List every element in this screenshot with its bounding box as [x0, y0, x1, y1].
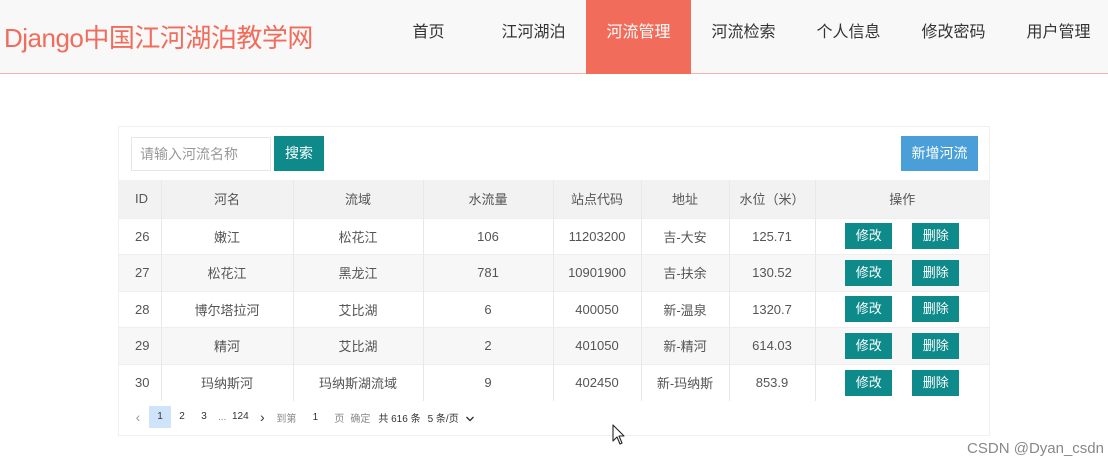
table-row: 30 玛纳斯河 玛纳斯湖流域 9 402450 新-玛纳斯 853.9 修改 删除: [119, 363, 989, 401]
goto-label: 到第: [276, 413, 297, 425]
column-header-flow[interactable]: 水流量: [423, 180, 554, 218]
page-3-button[interactable]: 3: [193, 406, 215, 428]
cell-water-level: 853.9: [729, 363, 816, 401]
chevron-right-icon[interactable]: ›: [251, 409, 273, 425]
chevron-down-icon: [465, 416, 474, 422]
nav-item-rivers-lakes[interactable]: 江河湖泊: [481, 0, 586, 74]
page-last-button[interactable]: 124: [229, 406, 251, 428]
table-row: 28 博尔塔拉河 艾比湖 6 400050 新-温泉 1320.7 修改 删除: [119, 290, 989, 328]
add-river-button[interactable]: 新增河流: [901, 136, 978, 171]
mouse-cursor-icon: [612, 424, 625, 445]
page-size-select[interactable]: 5 条/页: [428, 410, 475, 425]
cell-address: 新-玛纳斯: [641, 363, 730, 401]
cell-river-name: 精河: [161, 327, 294, 364]
pagination: ‹ 1 2 3 ... 124 › 到第 1 页 确定 共 616 条 5 条/…: [127, 406, 475, 428]
cell-river-name: 松花江: [161, 254, 294, 291]
site-brand[interactable]: Django中国江河湖泊教学网: [4, 18, 313, 55]
cell-basin: 艾比湖: [293, 327, 424, 364]
nav-item-change-password[interactable]: 修改密码: [901, 0, 1006, 74]
cell-flow: 106: [423, 217, 554, 255]
cell-id: 30: [119, 363, 162, 401]
cell-actions: 修改 删除: [815, 217, 989, 255]
cell-actions: 修改 删除: [815, 327, 989, 364]
nav-item-home[interactable]: 首页: [376, 0, 481, 74]
nav-item-profile[interactable]: 个人信息: [796, 0, 901, 74]
column-header-id[interactable]: ID: [119, 180, 162, 218]
cell-flow: 2: [423, 327, 554, 364]
cell-station-code: 402450: [553, 363, 642, 401]
cell-basin: 黑龙江: [293, 254, 424, 291]
page-1-button[interactable]: 1: [149, 406, 171, 428]
total-count: 共 616 条: [378, 413, 421, 425]
cell-basin: 松花江: [293, 217, 424, 255]
cell-basin: 艾比湖: [293, 290, 424, 328]
nav-item-river-search[interactable]: 河流检索: [691, 0, 796, 74]
cell-station-code: 400050: [553, 290, 642, 328]
column-header-station-code[interactable]: 站点代码: [553, 180, 642, 218]
cell-basin: 玛纳斯湖流域: [293, 363, 424, 401]
cell-id: 29: [119, 327, 162, 364]
column-header-address[interactable]: 地址: [641, 180, 730, 218]
delete-button[interactable]: 删除: [912, 332, 960, 359]
edit-button[interactable]: 修改: [845, 223, 893, 250]
river-table: ID 河名 流域 水流量 站点代码 地址 水位（米） 操作 26 嫩江 松花江 …: [119, 180, 989, 401]
cell-flow: 9: [423, 363, 554, 401]
top-header: Django中国江河湖泊教学网 首页 江河湖泊 河流管理 河流检索 个人信息 修…: [0, 0, 1108, 74]
nav-item-user-management[interactable]: 用户管理: [1006, 0, 1108, 74]
main-nav: 首页 江河湖泊 河流管理 河流检索 个人信息 修改密码 用户管理: [376, 0, 1108, 74]
river-name-search-input[interactable]: [131, 137, 271, 171]
chevron-left-icon[interactable]: ‹: [127, 409, 149, 425]
cell-id: 27: [119, 254, 162, 291]
column-header-river-name[interactable]: 河名: [161, 180, 294, 218]
cell-river-name: 博尔塔拉河: [161, 290, 294, 328]
cell-address: 吉-扶余: [641, 254, 730, 291]
cell-actions: 修改 删除: [815, 363, 989, 401]
page-unit-label: 页: [334, 413, 345, 425]
column-header-water-level[interactable]: 水位（米）: [729, 180, 816, 218]
table-row: 29 精河 艾比湖 2 401050 新-精河 614.03 修改 删除: [119, 327, 989, 364]
nav-item-river-management[interactable]: 河流管理: [586, 0, 691, 74]
csdn-watermark: CSDN @Dyan_csdn: [967, 440, 1104, 457]
table-row: 26 嫩江 松花江 106 11203200 吉-大安 125.71 修改 删除: [119, 217, 989, 255]
page-ellipsis: ...: [218, 411, 227, 423]
table-header-row: ID 河名 流域 水流量 站点代码 地址 水位（米） 操作: [119, 180, 989, 218]
cell-water-level: 1320.7: [729, 290, 816, 328]
cell-flow: 781: [423, 254, 554, 291]
cell-river-name: 嫩江: [161, 217, 294, 255]
edit-button[interactable]: 修改: [845, 296, 893, 323]
edit-button[interactable]: 修改: [845, 332, 893, 359]
cell-actions: 修改 删除: [815, 290, 989, 328]
cell-address: 吉-大安: [641, 217, 730, 255]
river-management-panel: 搜索 新增河流 ID 河名 流域 水流量 站点代码 地址 水位（米） 操作 26…: [118, 126, 990, 436]
cell-station-code: 10901900: [553, 254, 642, 291]
table-row: 27 松花江 黑龙江 781 10901900 吉-扶余 130.52 修改 删除: [119, 254, 989, 291]
cell-actions: 修改 删除: [815, 254, 989, 291]
page-2-button[interactable]: 2: [171, 406, 193, 428]
delete-button[interactable]: 删除: [912, 259, 960, 286]
column-header-basin[interactable]: 流域: [293, 180, 424, 218]
cell-station-code: 11203200: [553, 217, 642, 255]
cell-water-level: 130.52: [729, 254, 816, 291]
delete-button[interactable]: 删除: [912, 223, 960, 250]
page-size-value: 5 条/页: [427, 413, 459, 425]
cell-water-level: 614.03: [729, 327, 816, 364]
goto-page-input[interactable]: 1: [302, 406, 329, 428]
edit-button[interactable]: 修改: [845, 259, 893, 286]
cell-station-code: 401050: [553, 327, 642, 364]
delete-button[interactable]: 删除: [912, 369, 960, 396]
cell-flow: 6: [423, 290, 554, 328]
delete-button[interactable]: 删除: [912, 296, 960, 323]
cell-id: 28: [119, 290, 162, 328]
column-header-actions: 操作: [815, 180, 989, 218]
cell-water-level: 125.71: [729, 217, 816, 255]
cell-river-name: 玛纳斯河: [161, 363, 294, 401]
goto-confirm-button[interactable]: 确定: [350, 410, 370, 425]
cell-id: 26: [119, 217, 162, 255]
cell-address: 新-精河: [641, 327, 730, 364]
search-button[interactable]: 搜索: [274, 136, 324, 171]
edit-button[interactable]: 修改: [845, 369, 893, 396]
cell-address: 新-温泉: [641, 290, 730, 328]
